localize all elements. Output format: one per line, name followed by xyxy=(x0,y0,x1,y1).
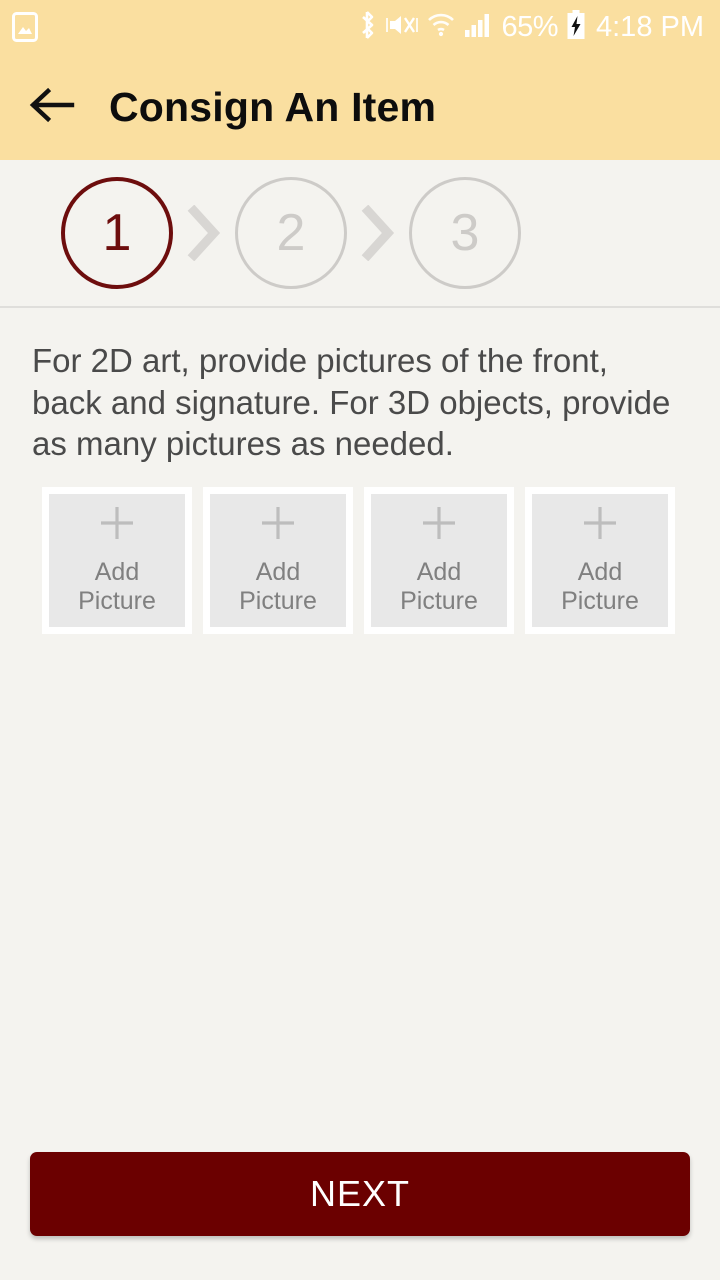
add-picture-label-line2: Picture xyxy=(561,587,639,615)
battery-percent-label: 65% xyxy=(501,10,558,43)
wifi-icon xyxy=(427,12,455,43)
step-3-label: 3 xyxy=(450,204,480,262)
add-picture-label-line2: Picture xyxy=(239,587,317,615)
next-button[interactable]: NEXT xyxy=(30,1152,690,1236)
status-bar: 65% 4:18 PM xyxy=(0,0,720,54)
battery-charging-icon xyxy=(567,9,585,45)
gallery-image-icon xyxy=(12,12,38,42)
plus-icon xyxy=(578,501,622,550)
plus-icon xyxy=(256,501,300,550)
status-bar-notifications xyxy=(0,12,38,42)
volume-mute-vibrate-icon xyxy=(386,9,419,46)
add-picture-tile-2[interactable]: Add Picture xyxy=(203,487,353,634)
plus-icon xyxy=(95,501,139,550)
add-picture-label-line1: Add xyxy=(577,557,623,586)
step-3-circle[interactable]: 3 xyxy=(409,177,521,289)
add-picture-tile-4[interactable]: Add Picture xyxy=(525,487,675,634)
clock-label: 4:18 PM xyxy=(596,10,704,43)
add-picture-label-line1: Add xyxy=(94,557,140,586)
status-bar-icons: 65% 4:18 PM xyxy=(357,9,720,46)
add-picture-label-line1: Add xyxy=(416,557,462,586)
step-1-circle[interactable]: 1 xyxy=(61,177,173,289)
back-arrow-icon xyxy=(28,85,76,130)
step-separator-2-icon xyxy=(347,205,409,261)
app-bar: Consign An Item xyxy=(0,54,720,160)
bluetooth-icon xyxy=(357,9,377,46)
instructions-text: For 2D art, provide pictures of the fron… xyxy=(32,342,671,463)
step-1-label: 1 xyxy=(102,204,132,262)
step-2-label: 2 xyxy=(276,204,306,262)
add-picture-tile-row: Add Picture Add Picture Add Picture Add … xyxy=(42,487,682,634)
step-separator-1-icon xyxy=(173,205,235,261)
plus-icon xyxy=(417,501,461,550)
step-indicator: 1 2 3 xyxy=(0,160,720,308)
consign-item-screen: 65% 4:18 PM Consign An Item 1 2 3 For 2D… xyxy=(0,0,720,1280)
step-2-circle[interactable]: 2 xyxy=(235,177,347,289)
next-button-label: NEXT xyxy=(309,1173,410,1214)
back-button[interactable] xyxy=(24,79,80,135)
add-picture-label-line2: Picture xyxy=(78,587,156,615)
add-picture-label-line1: Add xyxy=(255,557,301,586)
add-picture-tile-1[interactable]: Add Picture xyxy=(42,487,192,634)
add-picture-label-line2: Picture xyxy=(400,587,478,615)
cellular-signal-icon xyxy=(464,12,492,43)
page-title: Consign An Item xyxy=(109,83,437,130)
add-picture-tile-3[interactable]: Add Picture xyxy=(364,487,514,634)
